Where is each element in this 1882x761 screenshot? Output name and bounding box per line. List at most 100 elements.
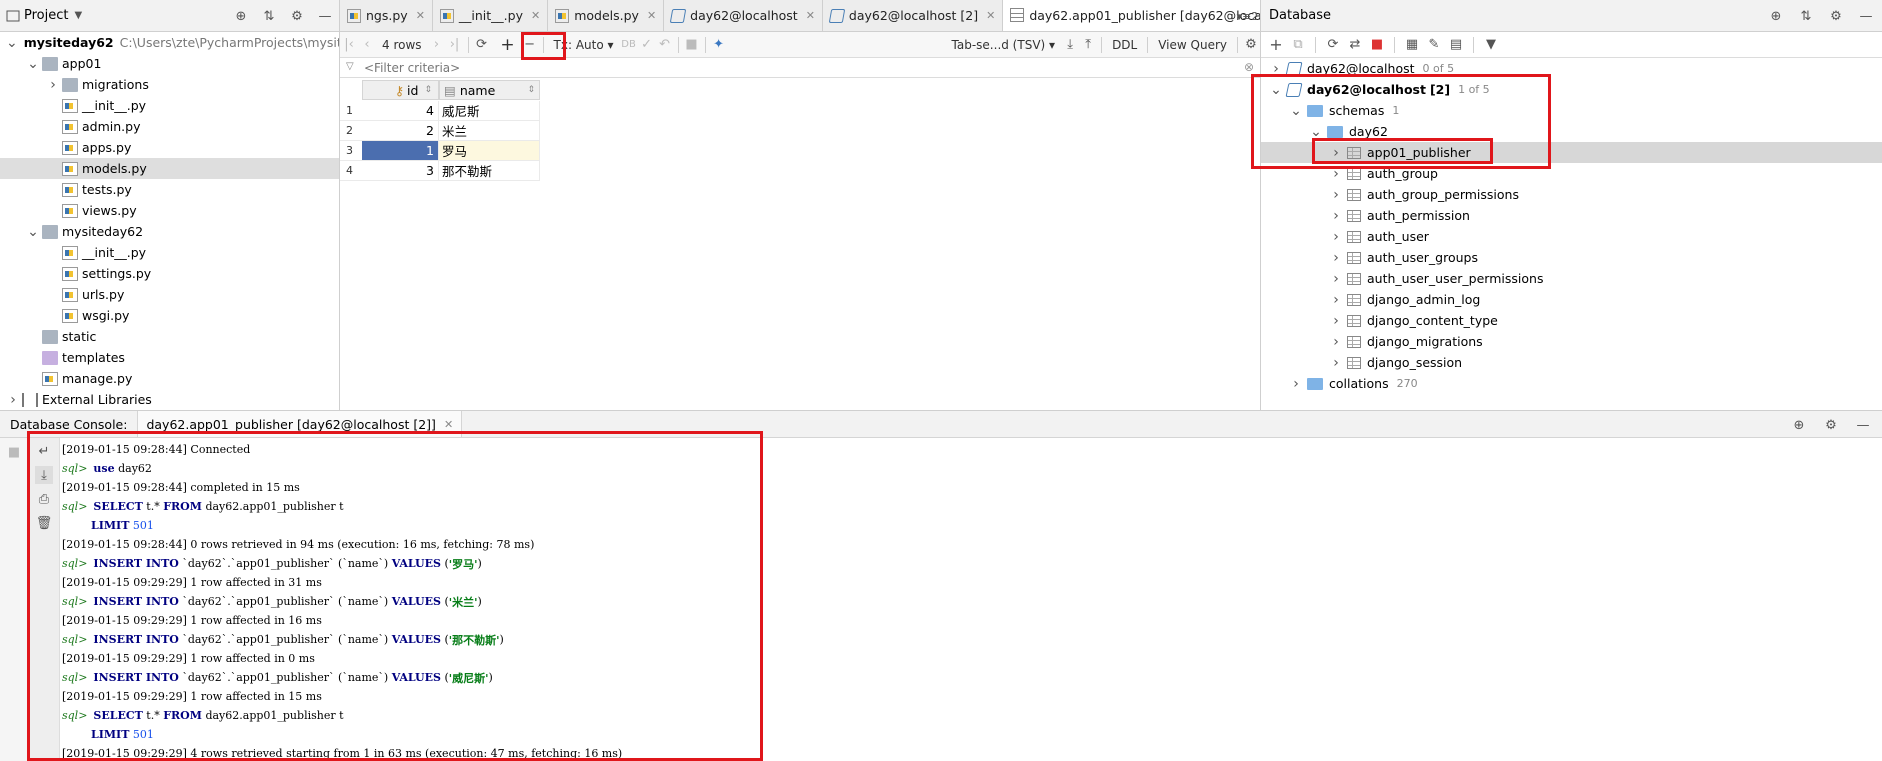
chevron-right-icon[interactable]: › <box>1329 313 1343 329</box>
cell-name[interactable]: 米兰 <box>439 121 540 141</box>
first-page-icon[interactable]: |‹ <box>340 36 358 54</box>
delete-row-icon[interactable]: − <box>521 36 539 54</box>
editor-tab[interactable]: day62@localhost [2] ✕ <box>823 0 1004 31</box>
row-number[interactable]: 1 <box>340 101 362 121</box>
console-tab[interactable]: day62.app01_publisher [day62@localhost [… <box>137 411 463 437</box>
gear-icon[interactable]: ⚙ <box>1822 416 1840 434</box>
close-icon[interactable]: ✕ <box>444 418 453 431</box>
scroll-end-icon[interactable]: ⤓ <box>35 466 53 484</box>
chevron-right-icon[interactable]: › <box>1329 145 1343 161</box>
settings-icon[interactable]: ⚙ <box>1242 36 1260 54</box>
project-tree-item[interactable]: models.py <box>0 158 339 179</box>
chevron-right-icon[interactable]: › <box>6 392 20 408</box>
next-page-icon[interactable]: › <box>428 36 446 54</box>
filter-icon[interactable]: ▼ <box>1482 36 1500 54</box>
console-icon[interactable]: ▤ <box>1447 36 1465 54</box>
chevron-down-icon[interactable]: ⌄ <box>1269 82 1283 98</box>
minimize-icon[interactable]: — <box>1857 7 1875 25</box>
cell-id[interactable]: 3 <box>362 161 439 181</box>
clear-filter-icon[interactable]: ⊗ <box>1244 60 1254 74</box>
project-tree-item[interactable]: static <box>0 326 339 347</box>
add-datasource-icon[interactable]: + <box>1267 35 1285 54</box>
project-tree-item[interactable]: ⌄ mysiteday62 C:\Users\zte\PycharmProjects… <box>0 32 339 53</box>
project-tree-item[interactable]: manage.py <box>0 368 339 389</box>
collapse-icon[interactable]: ⇅ <box>260 7 278 25</box>
target-icon[interactable]: ⊕ <box>1790 416 1808 434</box>
add-row-icon[interactable]: + <box>499 35 517 55</box>
db-tree-item[interactable]: › django_session <box>1261 352 1882 373</box>
project-tree-item[interactable]: tests.py <box>0 179 339 200</box>
copy-icon[interactable]: ⧉ <box>1289 36 1307 54</box>
row-number[interactable]: 3 <box>340 141 362 161</box>
view-query-button[interactable]: View Query <box>1152 38 1233 52</box>
ddl-button[interactable]: DDL <box>1106 38 1143 52</box>
soft-wrap-icon[interactable]: ↵ <box>35 442 53 460</box>
chevron-right-icon[interactable]: › <box>1269 61 1283 77</box>
db-tree-item[interactable]: › auth_user_groups <box>1261 247 1882 268</box>
prev-page-icon[interactable]: ‹ <box>358 36 376 54</box>
refresh-icon[interactable]: ⟳ <box>473 36 491 54</box>
print-icon[interactable]: ⎙ <box>35 490 53 508</box>
column-header-id[interactable]: ⚷ id ⇕ <box>362 80 439 100</box>
chevron-down-icon[interactable]: ⌄ <box>6 35 18 51</box>
editor-tab[interactable]: day62.app01_publisher [day62@localhost [… <box>1003 0 1260 31</box>
cell-name[interactable]: 那不勒斯 <box>439 161 540 181</box>
cancel-icon[interactable]: ■ <box>683 36 701 54</box>
target-icon[interactable]: ⊕ <box>232 7 250 25</box>
db-tree-item[interactable]: ⌄ schemas 1 <box>1261 100 1882 121</box>
db-tree-item[interactable]: › auth_group_permissions <box>1261 184 1882 205</box>
rollback-icon[interactable]: ↶ <box>656 36 674 54</box>
minimize-icon[interactable]: — <box>1854 416 1872 434</box>
chevron-right-icon[interactable]: › <box>1329 334 1343 350</box>
chevron-down-icon[interactable]: ⌄ <box>1309 124 1323 140</box>
sort-icon[interactable]: ⇕ <box>424 85 432 95</box>
db-submit-icon[interactable]: DB <box>620 36 638 54</box>
chevron-right-icon[interactable]: › <box>1329 355 1343 371</box>
chevron-right-icon[interactable]: › <box>1329 229 1343 245</box>
close-icon[interactable]: ✕ <box>647 9 656 22</box>
db-tree-item[interactable]: › django_migrations <box>1261 331 1882 352</box>
db-tree-item[interactable]: › django_admin_log <box>1261 289 1882 310</box>
cell-name[interactable]: 罗马 <box>439 141 540 161</box>
editor-tab[interactable]: day62@localhost ✕ <box>664 0 823 31</box>
db-tree-item[interactable]: › auth_user_user_permissions <box>1261 268 1882 289</box>
tabs-overflow-button[interactable]: ▾≡ 2 <box>1235 4 1260 28</box>
editor-tab[interactable]: models.py ✕ <box>548 0 665 31</box>
chevron-down-icon[interactable]: ⌄ <box>26 224 40 240</box>
chevron-right-icon[interactable]: › <box>1329 292 1343 308</box>
trash-icon[interactable]: 🗑 <box>35 514 53 532</box>
chevron-down-icon[interactable]: ▼ <box>74 10 82 21</box>
cell-id[interactable]: 4 <box>362 101 439 121</box>
edit-icon[interactable]: ✎ <box>1425 36 1443 54</box>
collapse-icon[interactable]: ⇅ <box>1797 7 1815 25</box>
minimize-icon[interactable]: — <box>316 7 334 25</box>
project-tree-item[interactable]: › migrations <box>0 74 339 95</box>
db-tree-item[interactable]: ⌄ day62@localhost [2] 1 of 5 <box>1261 79 1882 100</box>
row-number[interactable]: 4 <box>340 161 362 181</box>
project-tree-item[interactable]: › External Libraries <box>0 389 339 410</box>
project-title[interactable]: Project <box>24 8 68 23</box>
editor-tab[interactable]: __init__.py ✕ <box>433 0 549 31</box>
chevron-right-icon[interactable]: › <box>46 77 60 93</box>
last-page-icon[interactable]: ›| <box>446 36 464 54</box>
project-tree-item[interactable]: ⌄ mysiteday62 <box>0 221 339 242</box>
chevron-right-icon[interactable]: › <box>1329 250 1343 266</box>
target-icon[interactable]: ⊕ <box>1767 7 1785 25</box>
export-format-select[interactable]: Tab-se...d (TSV) ▾ <box>946 38 1062 52</box>
close-icon[interactable]: ✕ <box>986 9 995 22</box>
db-tree-item[interactable]: › django_content_type <box>1261 310 1882 331</box>
cell-id[interactable]: 2 <box>362 121 439 141</box>
project-tree-item[interactable]: apps.py <box>0 137 339 158</box>
project-tree-item[interactable]: admin.py <box>0 116 339 137</box>
chevron-right-icon[interactable]: › <box>1289 376 1303 392</box>
editor-tab[interactable]: ngs.py ✕ <box>340 0 433 31</box>
chevron-right-icon[interactable]: › <box>1329 187 1343 203</box>
gear-icon[interactable]: ⚙ <box>288 7 306 25</box>
chevron-down-icon[interactable]: ⌄ <box>1289 103 1303 119</box>
db-tree-item[interactable]: › auth_permission <box>1261 205 1882 226</box>
close-icon[interactable]: ✕ <box>531 9 540 22</box>
project-tree-item[interactable]: __init__.py <box>0 242 339 263</box>
project-tree-item[interactable]: ⌄ app01 <box>0 53 339 74</box>
cell-name[interactable]: 威尼斯 <box>439 101 540 121</box>
chevron-down-icon[interactable]: ⌄ <box>26 56 40 72</box>
